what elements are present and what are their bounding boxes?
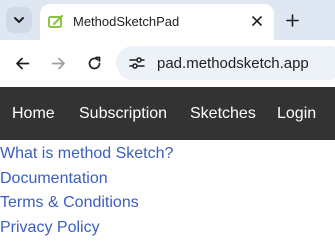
nav-link-sketches[interactable]: Sketches xyxy=(190,105,256,123)
close-icon xyxy=(252,16,262,26)
link-what-is-method-sketch[interactable]: What is method Sketch? xyxy=(0,142,173,167)
tab-title: MethodSketchPad xyxy=(73,14,180,29)
link-privacy-policy[interactable]: Privacy Policy xyxy=(0,216,173,241)
new-tab-button[interactable] xyxy=(281,9,303,31)
forward-button[interactable] xyxy=(47,52,69,74)
back-button[interactable] xyxy=(11,52,33,74)
browser-toolbar: pad.methodsketch.app xyxy=(0,40,335,87)
tab-close-button[interactable] xyxy=(248,12,266,30)
link-documentation[interactable]: Documentation xyxy=(0,167,173,192)
site-info-button[interactable] xyxy=(126,53,148,73)
chevron-down-icon xyxy=(14,17,24,23)
address-bar[interactable]: pad.methodsketch.app xyxy=(116,46,335,80)
sketchpad-favicon-icon xyxy=(48,15,64,28)
nav-link-subscription[interactable]: Subscription xyxy=(79,105,167,123)
active-tab[interactable]: MethodSketchPad xyxy=(40,4,274,40)
url-text: pad.methodsketch.app xyxy=(157,55,309,72)
reload-icon xyxy=(88,56,100,69)
arrow-left-icon xyxy=(15,57,29,69)
site-navbar: Home Subscription Sketches Login xyxy=(0,87,335,140)
arrow-right-icon xyxy=(51,57,65,69)
reload-button[interactable] xyxy=(83,52,105,74)
page-links-list: What is method Sketch? Documentation Ter… xyxy=(0,142,173,240)
plus-icon xyxy=(285,13,299,27)
nav-link-login[interactable]: Login xyxy=(277,105,316,123)
tab-search-button[interactable] xyxy=(6,7,32,33)
nav-link-home[interactable]: Home xyxy=(12,105,55,123)
tune-icon xyxy=(129,57,145,69)
tab-strip: MethodSketchPad xyxy=(0,0,335,40)
link-terms-conditions[interactable]: Terms & Conditions xyxy=(0,191,173,216)
